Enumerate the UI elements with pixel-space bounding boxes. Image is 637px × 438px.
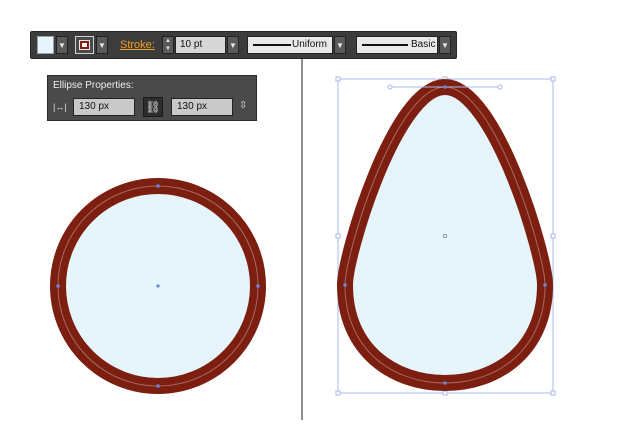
egg-shape[interactable] (336, 78, 554, 392)
ellipse-center-point (156, 284, 160, 288)
artboard-canvas[interactable] (0, 0, 637, 438)
handle-point (387, 84, 393, 90)
handle-point (497, 84, 503, 90)
